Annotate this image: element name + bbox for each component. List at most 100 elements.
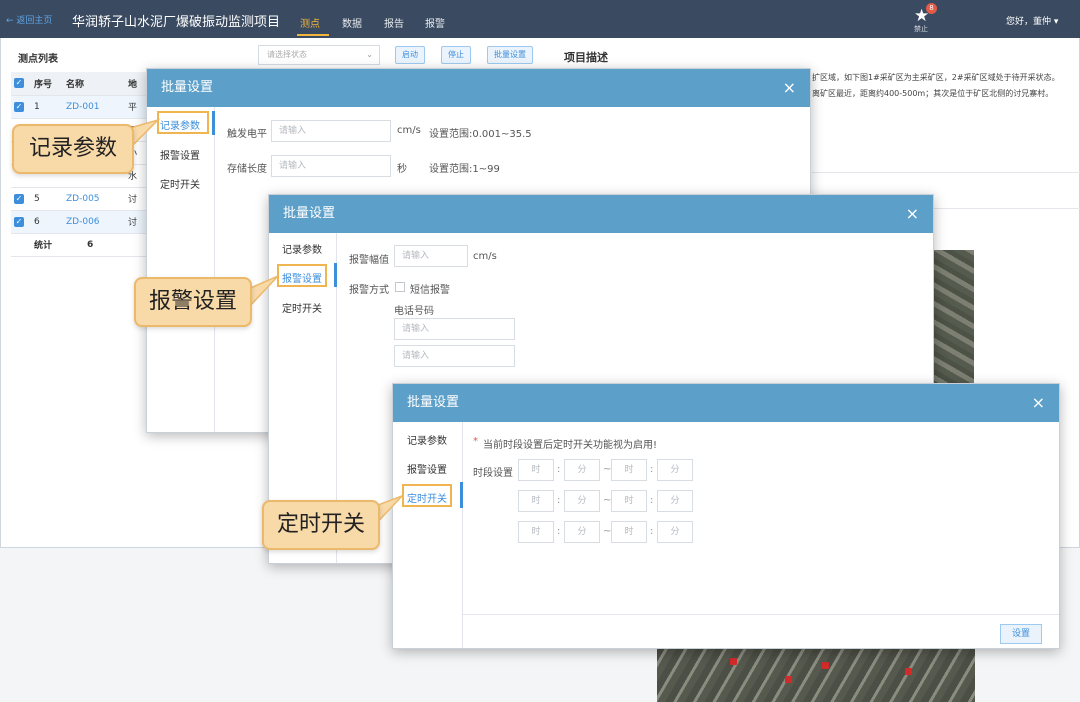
- side-item-timer-switch[interactable]: 定时开关: [282, 300, 322, 315]
- end-minute-input[interactable]: 分: [657, 459, 693, 481]
- trigger-level-range: 设置范围:0.001~35.5: [429, 129, 532, 140]
- nav-tab-data[interactable]: 数据: [342, 15, 362, 30]
- status-filter-select[interactable]: 请选择状态 ⌄: [258, 45, 380, 65]
- total-value: 6: [63, 233, 125, 257]
- side-item-record-params[interactable]: 记录参数: [407, 432, 447, 447]
- row-checkbox[interactable]: ✓: [14, 193, 24, 204]
- column-header-name: 名称: [63, 72, 125, 96]
- row-no: 5: [31, 187, 63, 211]
- map-marker: [785, 676, 792, 683]
- start-hour-input[interactable]: 时: [518, 459, 554, 481]
- table-row[interactable]: ✓ 1 ZD-001 平: [11, 95, 151, 119]
- active-menu-indicator: [212, 111, 215, 135]
- start-minute-input[interactable]: 分: [564, 521, 600, 543]
- trigger-level-label: 触发电平: [227, 129, 267, 140]
- start-hour-input[interactable]: 时: [518, 521, 554, 543]
- nav-tab-alarm[interactable]: 报警: [425, 15, 445, 30]
- total-label: 统计: [31, 233, 63, 257]
- point-list-title: 测点列表: [18, 54, 58, 65]
- divider: [812, 172, 1080, 173]
- row-name[interactable]: ZD-005: [63, 187, 125, 211]
- alarm-mode-label: 报警方式: [349, 285, 389, 296]
- trigger-level-input[interactable]: 请输入: [271, 120, 391, 142]
- star-label: 禁止: [914, 25, 928, 33]
- time-colon: :: [650, 495, 654, 506]
- side-item-record-params[interactable]: 记录参数: [282, 241, 322, 256]
- time-colon: :: [557, 495, 561, 506]
- storage-length-label: 存储长度: [227, 164, 267, 175]
- close-icon[interactable]: ×: [783, 69, 796, 107]
- project-description-title: 项目描述: [564, 51, 608, 64]
- time-colon: :: [650, 526, 654, 537]
- notification-badge: 8: [926, 3, 937, 14]
- nav-tab-points[interactable]: 测点: [300, 15, 320, 30]
- nav-tab-report[interactable]: 报告: [384, 15, 404, 30]
- highlight-alarm-settings: [277, 264, 327, 287]
- start-minute-input[interactable]: 分: [564, 490, 600, 512]
- storage-length-input[interactable]: 请输入: [271, 155, 391, 177]
- divider: [463, 614, 1059, 615]
- map-marker: [905, 668, 912, 675]
- back-home-link[interactable]: ← 返回主页: [6, 13, 52, 26]
- storage-length-unit: 秒: [397, 164, 407, 175]
- highlight-record-params: [157, 111, 209, 134]
- storage-length-range: 设置范围:1~99: [429, 164, 500, 175]
- table-row[interactable]: ✓ 6 ZD-006 讨: [11, 210, 151, 234]
- phone-number-input[interactable]: 请输入: [394, 345, 515, 367]
- side-item-timer-switch[interactable]: 定时开关: [160, 176, 200, 191]
- start-button[interactable]: 启动: [395, 46, 425, 64]
- batch-settings-button[interactable]: 批量设置: [487, 46, 533, 64]
- side-item-alarm-settings[interactable]: 报警设置: [160, 147, 200, 162]
- row-name[interactable]: ZD-006: [63, 210, 125, 234]
- dialog-header: 批量设置 ×: [147, 69, 810, 107]
- row-no: 6: [31, 210, 63, 234]
- sms-alarm-label: 短信报警: [410, 285, 450, 296]
- end-hour-input[interactable]: 时: [611, 459, 647, 481]
- table-header-row: ✓ 序号 名称 地: [11, 72, 151, 96]
- side-item-alarm-settings[interactable]: 报警设置: [407, 461, 447, 476]
- row-checkbox[interactable]: ✓: [14, 216, 24, 227]
- project-title: 华润轿子山水泥厂爆破振动监测项目: [72, 15, 281, 30]
- start-minute-input[interactable]: 分: [564, 459, 600, 481]
- nav-active-underline: [297, 34, 329, 36]
- phone-number-input[interactable]: 请输入: [394, 318, 515, 340]
- required-mark: *: [473, 436, 478, 447]
- dialog-title: 批量设置: [161, 80, 214, 95]
- alarm-amplitude-unit: cm/s: [473, 251, 497, 262]
- table-row[interactable]: ✓ 5 ZD-005 讨: [11, 187, 151, 211]
- alarm-amplitude-input[interactable]: 请输入: [394, 245, 468, 267]
- map-marker: [822, 662, 829, 669]
- close-icon[interactable]: ×: [1032, 384, 1045, 422]
- status-filter-placeholder: 请选择状态: [267, 50, 307, 59]
- trigger-level-unit: cm/s: [397, 125, 421, 136]
- active-menu-indicator: [334, 263, 337, 287]
- end-minute-input[interactable]: 分: [657, 490, 693, 512]
- highlight-timer-switch: [402, 484, 452, 507]
- end-minute-input[interactable]: 分: [657, 521, 693, 543]
- time-colon: :: [557, 526, 561, 537]
- end-hour-input[interactable]: 时: [611, 490, 647, 512]
- row-name[interactable]: ZD-001: [63, 95, 125, 119]
- project-description-text: 扩区域，如下图1#采矿区为主采矿区，2#采矿区域处于待开采状态。 离矿区最近，距…: [812, 70, 1080, 102]
- dialog-side-menu: 记录参数 报警设置 定时开关: [147, 107, 215, 432]
- close-icon[interactable]: ×: [906, 195, 919, 233]
- dialog-title: 批量设置: [283, 206, 336, 221]
- callout-record-params: 记录参数: [12, 124, 134, 174]
- alarm-amplitude-label: 报警幅值: [349, 255, 389, 266]
- sms-alarm-checkbox[interactable]: [395, 282, 405, 292]
- description-line: 扩区域，如下图1#采矿区为主采矿区，2#采矿区域处于待开采状态。: [812, 73, 1060, 82]
- time-colon: :: [650, 464, 654, 475]
- time-colon: :: [557, 464, 561, 475]
- period-settings-label: 时段设置: [473, 468, 513, 479]
- satellite-map-image: [930, 250, 974, 385]
- stop-button[interactable]: 停止: [441, 46, 471, 64]
- user-menu[interactable]: 您好，董仲 ▾: [1006, 14, 1058, 27]
- end-hour-input[interactable]: 时: [611, 521, 647, 543]
- start-hour-input[interactable]: 时: [518, 490, 554, 512]
- set-button[interactable]: 设置: [1000, 624, 1042, 644]
- select-all-checkbox[interactable]: ✓: [14, 78, 24, 89]
- table-total-row: 统计 6: [11, 233, 151, 257]
- column-header-no: 序号: [31, 72, 63, 96]
- dialog-header: 批量设置 ×: [269, 195, 933, 233]
- row-checkbox[interactable]: ✓: [14, 101, 24, 112]
